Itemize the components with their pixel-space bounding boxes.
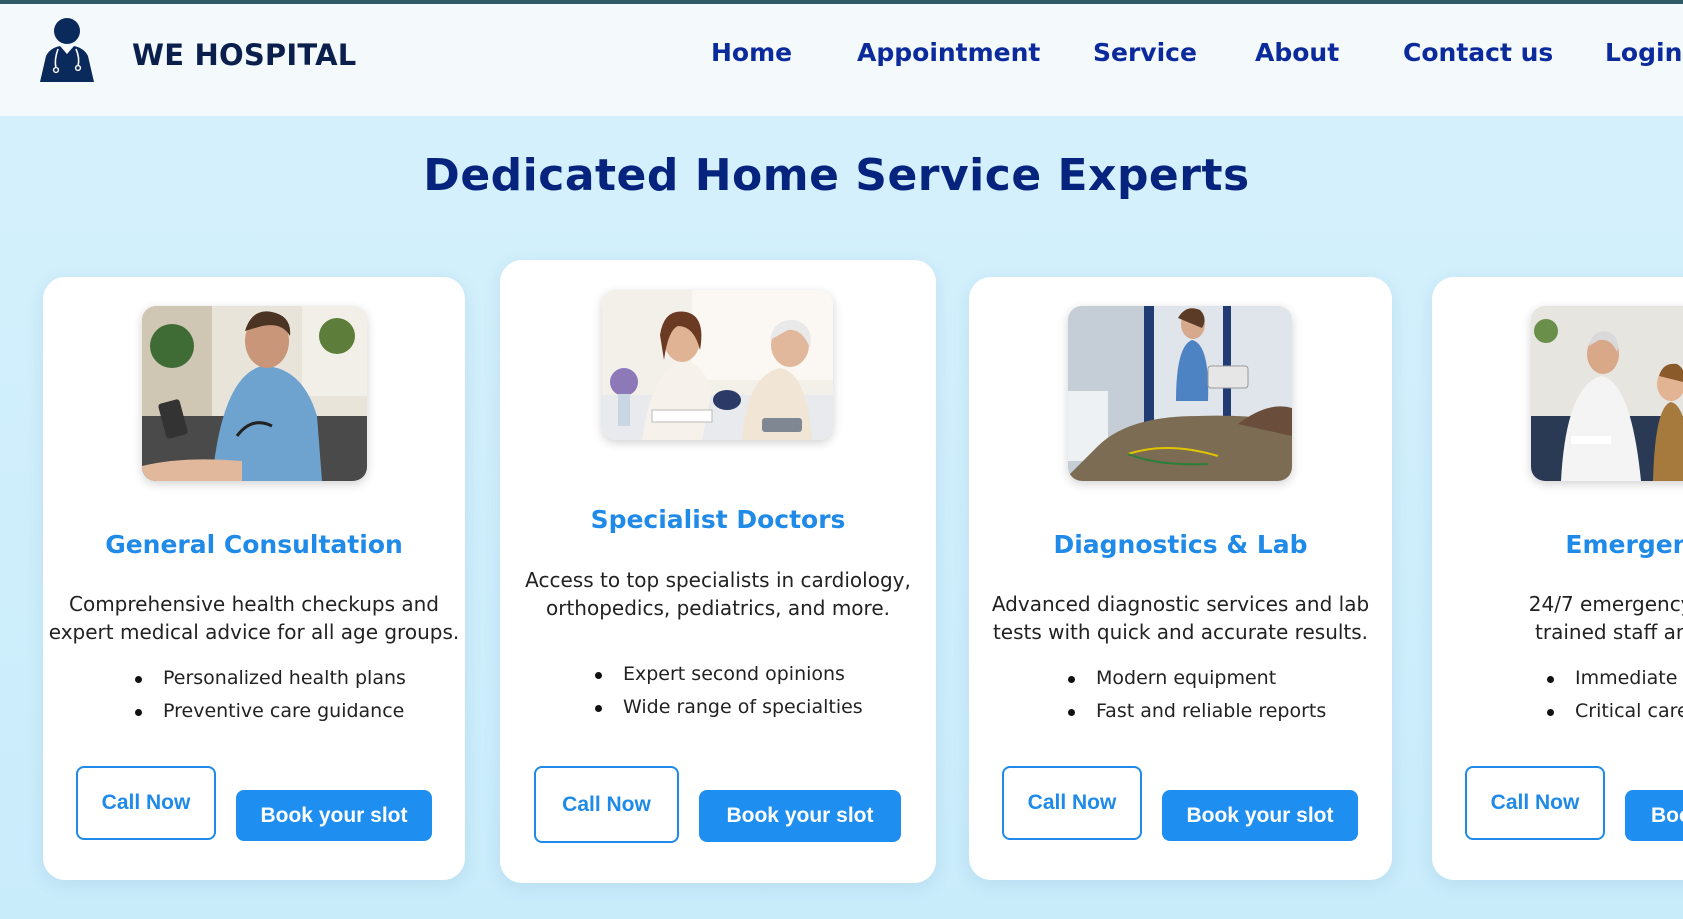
book-slot-button[interactable]: Book your slot — [699, 790, 901, 842]
specialist-doctor-image — [602, 290, 833, 440]
card-description: 24/7 emergency servic trained staff and … — [1432, 590, 1683, 646]
service-card-general-consultation: General Consultation Comprehensive healt… — [43, 277, 465, 880]
book-slot-button[interactable]: Boo — [1625, 790, 1683, 841]
card-description: Comprehensive health checkups and expert… — [43, 590, 465, 646]
card-feature-list: Modern equipment Fast and reliable repor… — [1066, 662, 1326, 728]
doctor-consultation-image — [142, 306, 367, 481]
list-item: Fast and reliable reports — [1066, 695, 1326, 728]
list-item: Wide range of specialties — [593, 691, 863, 724]
diagnostics-lab-image — [1068, 306, 1292, 481]
call-now-button[interactable]: Call Now — [1465, 766, 1605, 840]
card-description-line: tests with quick and accurate results. — [992, 620, 1369, 644]
card-description-line: 24/7 emergency servic — [1528, 592, 1683, 616]
list-item: Preventive care guidance — [133, 695, 406, 728]
list-item: Personalized health plans — [133, 662, 406, 695]
list-item: Critical care — [1545, 695, 1683, 728]
book-slot-button[interactable]: Book your slot — [236, 790, 432, 841]
card-description-line: Access to top specialists in cardiology, — [525, 568, 911, 592]
cards-row: General Consultation Comprehensive healt… — [0, 0, 1683, 919]
card-title: General Consultation — [105, 530, 403, 559]
card-description-line: Advanced diagnostic services and lab — [991, 592, 1370, 616]
card-feature-list: Personalized health plans Preventive car… — [133, 662, 406, 728]
call-now-button[interactable]: Call Now — [76, 766, 216, 840]
card-title: Specialist Doctors — [590, 505, 846, 534]
card-description-line: expert medical advice for all age groups… — [48, 620, 460, 644]
card-title: Emergency — [1565, 530, 1683, 559]
call-now-button[interactable]: Call Now — [534, 766, 679, 843]
emergency-doctor-image — [1531, 306, 1683, 481]
card-description: Advanced diagnostic services and lab tes… — [969, 590, 1392, 646]
card-title: Diagnostics & Lab — [1053, 530, 1308, 559]
card-description: Access to top specialists in cardiology,… — [500, 566, 936, 622]
service-card-diagnostics-lab: Diagnostics & Lab Advanced diagnostic se… — [969, 277, 1392, 880]
list-item: Expert second opinions — [593, 658, 863, 691]
list-item: Modern equipment — [1066, 662, 1326, 695]
book-slot-button[interactable]: Book your slot — [1162, 790, 1358, 841]
card-feature-list: Expert second opinions Wide range of spe… — [593, 658, 863, 724]
call-now-button[interactable]: Call Now — [1002, 766, 1142, 840]
service-card-specialist-doctors: Specialist Doctors Access to top special… — [500, 260, 936, 883]
card-description-line: trained staff and mod — [1535, 620, 1683, 644]
card-description-line: Comprehensive health checkups and — [69, 592, 439, 616]
card-description-line: orthopedics, pediatrics, and more. — [545, 596, 890, 620]
list-item: Immediate r — [1545, 662, 1683, 695]
card-feature-list: Immediate r Critical care — [1545, 662, 1683, 728]
service-card-emergency: Emergency 24/7 emergency servic trained … — [1432, 277, 1683, 880]
